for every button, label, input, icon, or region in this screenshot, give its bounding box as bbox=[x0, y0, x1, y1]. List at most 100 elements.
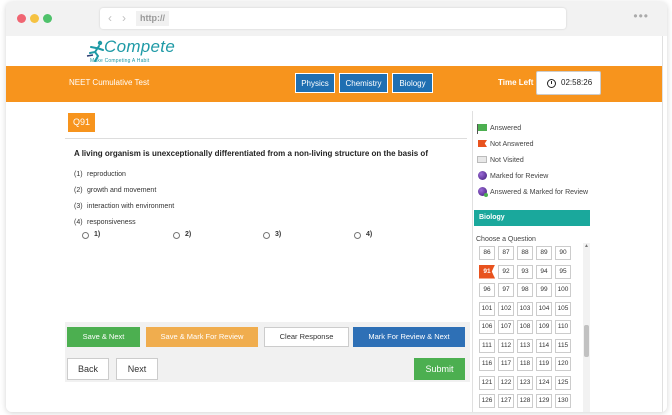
close-window-button[interactable] bbox=[17, 14, 26, 23]
question-cell[interactable]: 127 bbox=[498, 394, 514, 408]
exam-page: Compete Make Competing A Habit NEET Cumu… bbox=[6, 36, 667, 412]
choose-question-label: Choose a Question bbox=[476, 236, 536, 243]
question-cell[interactable]: 99 bbox=[536, 283, 552, 297]
question-cell[interactable]: 126 bbox=[479, 394, 495, 408]
section-header: Biology bbox=[474, 210, 590, 226]
radio-circle-icon[interactable] bbox=[173, 232, 180, 239]
question-cell[interactable]: 115 bbox=[555, 338, 571, 353]
question-cell[interactable]: 125 bbox=[555, 375, 571, 390]
back-arrow-icon[interactable]: ‹ bbox=[108, 11, 112, 25]
forward-arrow-icon[interactable]: › bbox=[122, 11, 126, 25]
radio-circle-icon[interactable] bbox=[263, 232, 270, 239]
question-cell[interactable]: 87 bbox=[498, 246, 514, 260]
question-cell[interactable]: 105 bbox=[555, 301, 571, 316]
question-cell[interactable]: 114 bbox=[536, 338, 552, 353]
question-cell[interactable]: 91 bbox=[479, 264, 495, 279]
question-cell[interactable]: 88 bbox=[517, 246, 533, 260]
compete-logo: Compete Make Competing A Habit bbox=[86, 37, 181, 64]
timer-display: 02:58:26 bbox=[536, 71, 601, 95]
option-2: (2) growth and movement bbox=[74, 187, 157, 194]
tab-biology[interactable]: Biology bbox=[392, 73, 433, 93]
time-left-label: Time Left bbox=[498, 78, 534, 87]
question-cell[interactable]: 102 bbox=[498, 301, 514, 316]
tab-physics[interactable]: Physics bbox=[295, 73, 335, 93]
question-cell[interactable]: 117 bbox=[498, 357, 514, 371]
minimize-window-button[interactable] bbox=[30, 14, 39, 23]
purple-green-circle-icon bbox=[478, 187, 488, 197]
question-cell[interactable]: 112 bbox=[498, 338, 514, 353]
question-cell[interactable]: 92 bbox=[498, 264, 514, 279]
palette-scrollbar[interactable]: ▲ bbox=[583, 243, 590, 412]
question-cell[interactable]: 104 bbox=[536, 301, 552, 316]
url-text[interactable]: http:// bbox=[136, 11, 169, 26]
question-cell[interactable]: 90 bbox=[555, 246, 571, 260]
scroll-thumb[interactable] bbox=[584, 325, 589, 357]
purple-circle-icon bbox=[478, 171, 487, 180]
question-cell[interactable]: 93 bbox=[517, 264, 533, 279]
question-cell[interactable]: 97 bbox=[498, 283, 514, 297]
question-cell[interactable]: 121 bbox=[479, 375, 495, 390]
scroll-up-icon[interactable]: ▲ bbox=[583, 243, 590, 250]
question-cell[interactable]: 119 bbox=[536, 357, 552, 371]
address-bar[interactable]: ‹ › http:// bbox=[100, 8, 566, 29]
tab-chemistry[interactable]: Chemistry bbox=[339, 73, 388, 93]
option-3: (3) interaction with environment bbox=[74, 203, 175, 210]
next-button[interactable]: Next bbox=[116, 358, 158, 380]
maximize-window-button[interactable] bbox=[43, 14, 52, 23]
question-cell[interactable]: 95 bbox=[555, 264, 571, 279]
question-cell[interactable]: 113 bbox=[517, 338, 533, 353]
question-cell[interactable]: 89 bbox=[536, 246, 552, 260]
radio-circle-icon[interactable] bbox=[354, 232, 361, 239]
question-cell[interactable]: 123 bbox=[517, 375, 533, 390]
clear-response-button[interactable]: Clear Response bbox=[264, 327, 349, 347]
question-cell[interactable]: 111 bbox=[479, 338, 495, 353]
question-cell[interactable]: 122 bbox=[498, 375, 514, 390]
browser-menu-icon[interactable]: ••• bbox=[633, 10, 649, 22]
question-cell[interactable]: 124 bbox=[536, 375, 552, 390]
question-cell[interactable]: 128 bbox=[517, 394, 533, 408]
exam-title: NEET Cumulative Test bbox=[69, 78, 150, 87]
radio-circle-icon[interactable] bbox=[82, 232, 89, 239]
question-cell[interactable]: 130 bbox=[555, 394, 571, 408]
question-cell[interactable]: 103 bbox=[517, 301, 533, 316]
question-cell[interactable]: 101 bbox=[479, 301, 495, 316]
question-cell[interactable]: 120 bbox=[555, 357, 571, 371]
question-cell[interactable]: 110 bbox=[555, 320, 571, 334]
page-border bbox=[662, 36, 663, 412]
question-cell[interactable]: 116 bbox=[479, 357, 495, 371]
logo-name: Compete bbox=[104, 37, 176, 56]
option-1: (1) reproduction bbox=[74, 171, 126, 178]
divider bbox=[65, 138, 467, 139]
option-4: (4) responsiveness bbox=[74, 219, 136, 226]
question-cell[interactable]: 129 bbox=[536, 394, 552, 408]
question-cell[interactable]: 86 bbox=[479, 246, 495, 260]
question-cell[interactable]: 109 bbox=[536, 320, 552, 334]
question-cell[interactable]: 108 bbox=[517, 320, 533, 334]
clock-icon bbox=[547, 79, 556, 88]
back-button[interactable]: Back bbox=[67, 358, 109, 380]
question-cell[interactable]: 107 bbox=[498, 320, 514, 334]
save-next-button[interactable]: Save & Next bbox=[67, 327, 140, 347]
question-text: A living organism is unexceptionally dif… bbox=[74, 149, 428, 158]
question-cell[interactable]: 94 bbox=[536, 264, 552, 279]
exam-header: NEET Cumulative Test Physics Chemistry B… bbox=[6, 66, 662, 102]
browser-titlebar: ‹ › http:// ••• bbox=[6, 2, 667, 36]
question-cell[interactable]: 96 bbox=[479, 283, 495, 297]
question-cell[interactable]: 106 bbox=[479, 320, 495, 334]
logo-tagline: Make Competing A Habit bbox=[90, 58, 150, 64]
submit-button[interactable]: Submit bbox=[414, 358, 465, 380]
grey-box-icon bbox=[477, 156, 487, 163]
action-bar: Save & Next Save & Mark For Review Clear… bbox=[65, 322, 470, 382]
save-mark-review-button[interactable]: Save & Mark For Review bbox=[146, 327, 258, 347]
question-cell[interactable]: 98 bbox=[517, 283, 533, 297]
timer-value: 02:58:26 bbox=[561, 78, 593, 87]
browser-window: ‹ › http:// ••• Compete Make Competing A… bbox=[6, 2, 667, 412]
question-number-badge: Q91 bbox=[68, 113, 95, 132]
question-cell[interactable]: 118 bbox=[517, 357, 533, 371]
panel-divider bbox=[472, 111, 473, 412]
red-flag-icon bbox=[478, 140, 487, 147]
question-palette: 86 87 88 89 90 91 92 93 94 95 96 97 98 99 100 101 102 103… bbox=[475, 243, 580, 412]
question-cell[interactable]: 100 bbox=[555, 283, 571, 297]
green-flag-icon bbox=[477, 124, 487, 134]
mark-review-next-button[interactable]: Mark For Review & Next bbox=[353, 327, 465, 347]
